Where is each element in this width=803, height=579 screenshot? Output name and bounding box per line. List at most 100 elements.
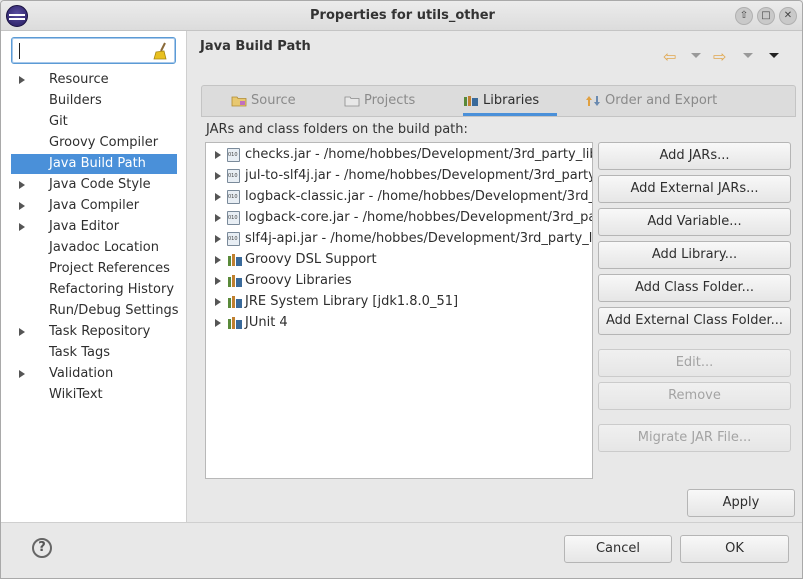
list-item[interactable]: checks.jar - /home/hobbes/Development/3r… [206, 144, 593, 165]
tree-item-label: Groovy Compiler [49, 135, 159, 150]
tree-item-label: Project References [49, 261, 170, 276]
expand-arrow-icon[interactable] [19, 223, 25, 231]
back-menu-chevron-icon[interactable] [691, 53, 701, 58]
libraries-icon [464, 96, 478, 106]
expand-arrow-icon[interactable] [215, 319, 221, 327]
tree-item-java-compiler[interactable]: Java Compiler [11, 196, 177, 216]
back-arrow-icon[interactable]: ⇦ [663, 47, 676, 66]
tree-item-refactoring-history[interactable]: Refactoring History [11, 280, 177, 300]
tree-item-label: Java Build Path [49, 156, 146, 171]
tab-libraries-label: Libraries [483, 93, 540, 108]
build-path-entries[interactable]: checks.jar - /home/hobbes/Development/3r… [205, 142, 593, 479]
tree-item-validation[interactable]: Validation [11, 364, 177, 384]
filter-input[interactable] [11, 37, 176, 64]
list-item[interactable]: JUnit 4 [206, 312, 592, 333]
tree-item-label: Task Tags [49, 345, 110, 360]
tree-item-label: Refactoring History [49, 282, 175, 297]
add-external-class-folder-button[interactable]: Add External Class Folder... [598, 307, 791, 335]
list-item[interactable]: logback-classic.jar - /home/hobbes/Devel… [206, 186, 593, 207]
tree-item-label: Run/Debug Settings [49, 303, 179, 318]
tree-item-wikitext[interactable]: WikiText [11, 385, 177, 405]
maximize-button[interactable]: □ [757, 7, 775, 25]
tree-item-run-debug-settings[interactable]: Run/Debug Settings [11, 301, 179, 321]
window-title: Properties for utils_other [310, 8, 495, 23]
tree-item-java-editor[interactable]: Java Editor [11, 217, 177, 237]
expand-arrow-icon[interactable] [19, 328, 25, 336]
expand-arrow-icon[interactable] [19, 202, 25, 210]
tree-item-builders[interactable]: Builders [11, 91, 177, 111]
entry-label: Groovy DSL Support [245, 252, 377, 267]
list-item[interactable]: Groovy Libraries [206, 270, 592, 291]
view-menu-chevron-icon[interactable] [769, 53, 779, 58]
tree-item-task-tags[interactable]: Task Tags [11, 343, 177, 363]
help-icon: ? [32, 538, 52, 558]
tree-item-project-references[interactable]: Project References [11, 259, 177, 279]
tree-item-java-code-style[interactable]: Java Code Style [11, 175, 177, 195]
entry-label: JUnit 4 [245, 315, 288, 330]
entry-label: logback-classic.jar - /home/hobbes/Devel… [245, 189, 593, 204]
expand-arrow-icon[interactable] [19, 370, 25, 378]
tab-order-and-export[interactable]: Order and Export [585, 86, 717, 116]
entry-label: checks.jar - /home/hobbes/Development/3r… [245, 147, 593, 162]
add-library-button[interactable]: Add Library... [598, 241, 791, 269]
title-bar[interactable]: Properties for utils_other ⇧ □ ✕ [1, 1, 802, 31]
expand-arrow-icon[interactable] [215, 298, 221, 306]
library-icon [228, 317, 242, 329]
add-jars-button[interactable]: Add JARs... [598, 142, 791, 170]
broom-clear-icon[interactable] [153, 42, 169, 60]
page-title: Java Build Path [200, 39, 311, 54]
tab-source[interactable]: Source [231, 86, 296, 116]
jar-icon [227, 232, 240, 246]
expand-arrow-icon[interactable] [215, 235, 221, 243]
build-path-heading: JARs and class folders on the build path… [206, 122, 468, 137]
tree-item-javadoc-location[interactable]: Javadoc Location [11, 238, 177, 258]
expand-arrow-icon[interactable] [19, 181, 25, 189]
tree-item-label: Task Repository [49, 324, 151, 339]
forward-arrow-icon[interactable]: ⇨ [713, 47, 726, 66]
tab-projects[interactable]: Projects [344, 86, 415, 116]
edit-button[interactable]: Edit... [598, 349, 791, 377]
close-button[interactable]: ✕ [779, 7, 797, 25]
list-item[interactable]: JRE System Library [jdk1.8.0_51] [206, 291, 592, 312]
ok-button[interactable]: OK [680, 535, 789, 563]
tree-item-groovy-compiler[interactable]: Groovy Compiler [11, 133, 177, 153]
tree-item-label: Builders [49, 93, 102, 108]
add-external-jars-button[interactable]: Add External JARs... [598, 175, 791, 203]
entry-label: JRE System Library [jdk1.8.0_51] [245, 294, 459, 309]
tree-item-label: Java Compiler [49, 198, 140, 213]
library-icon [228, 275, 242, 287]
tree-item-label: Javadoc Location [49, 240, 159, 255]
expand-arrow-icon[interactable] [215, 193, 221, 201]
expand-arrow-icon[interactable] [215, 277, 221, 285]
remove-button[interactable]: Remove [598, 382, 791, 410]
migrate-jar-file-button[interactable]: Migrate JAR File... [598, 424, 791, 452]
keep-above-icon[interactable]: ⇧ [735, 7, 753, 25]
entry-label: slf4j-api.jar - /home/hobbes/Development… [245, 231, 593, 246]
add-class-folder-button[interactable]: Add Class Folder... [598, 274, 791, 302]
tree-item-resource[interactable]: Resource [11, 70, 177, 90]
cancel-button[interactable]: Cancel [564, 535, 672, 563]
build-path-tabs: Source Projects Libraries Order and Expo… [201, 85, 796, 117]
help-button[interactable]: ? [22, 532, 61, 565]
tab-libraries[interactable]: Libraries [463, 86, 557, 116]
add-variable-button[interactable]: Add Variable... [598, 208, 791, 236]
expand-arrow-icon[interactable] [215, 256, 221, 264]
apply-button[interactable]: Apply [687, 489, 795, 517]
list-item[interactable]: Groovy DSL Support [206, 249, 592, 270]
list-item[interactable]: logback-core.jar - /home/hobbes/Developm… [206, 207, 593, 228]
expand-arrow-icon[interactable] [215, 172, 221, 180]
tree-item-java-build-path[interactable]: Java Build Path [11, 154, 177, 174]
expand-arrow-icon[interactable] [19, 76, 25, 84]
tree-item-label: Resource [49, 72, 109, 87]
entry-label: logback-core.jar - /home/hobbes/Developm… [245, 210, 593, 225]
tree-item-label: Validation [49, 366, 114, 381]
tab-order-label: Order and Export [605, 93, 718, 108]
expand-arrow-icon[interactable] [215, 214, 221, 222]
list-item[interactable]: jul-to-slf4j.jar - /home/hobbes/Developm… [206, 165, 592, 186]
expand-arrow-icon[interactable] [215, 151, 221, 159]
jar-icon [227, 211, 240, 225]
tree-item-task-repository[interactable]: Task Repository [11, 322, 177, 342]
forward-menu-chevron-icon[interactable] [743, 53, 753, 58]
tree-item-git[interactable]: Git [11, 112, 177, 132]
list-item[interactable]: slf4j-api.jar - /home/hobbes/Development… [206, 228, 593, 249]
